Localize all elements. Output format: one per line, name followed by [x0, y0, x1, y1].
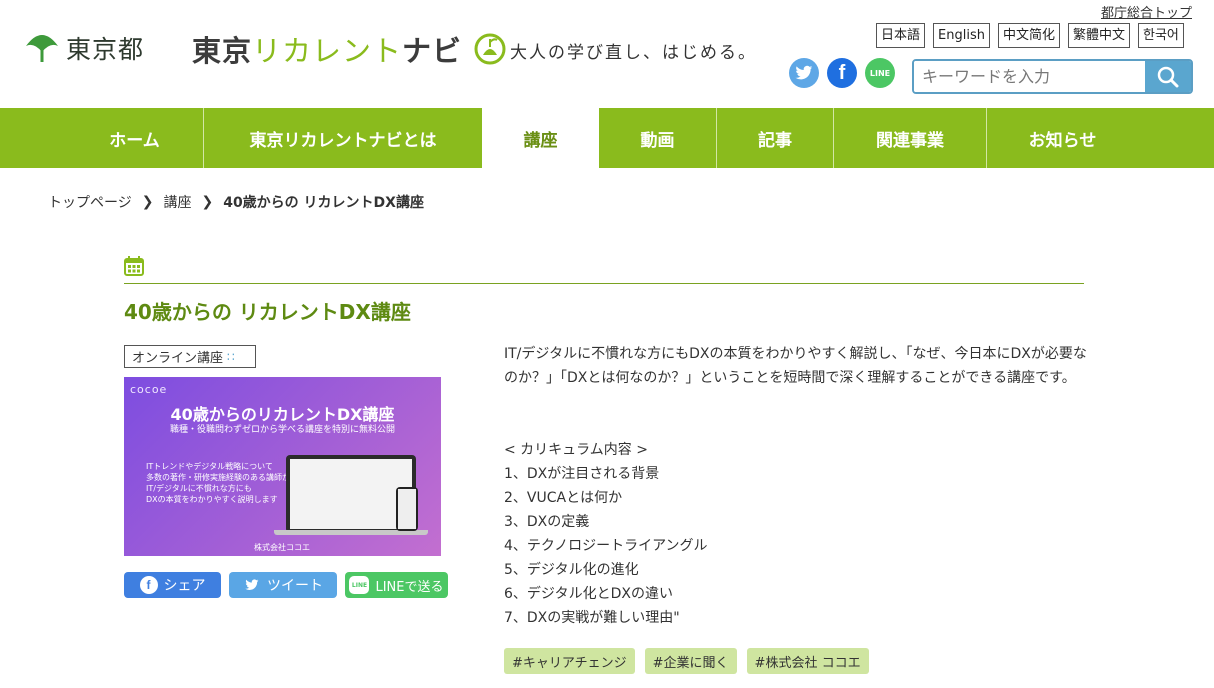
curriculum-item: 6、デジタル化とDXの違い	[504, 586, 673, 602]
chevron-right-icon: ❯	[141, 194, 154, 210]
twitter-share-button[interactable]: ツイート	[229, 572, 337, 598]
title-divider	[124, 283, 1084, 284]
tokyo-metropolitan-logo[interactable]: 東京都	[24, 30, 144, 66]
line-icon[interactable]: LINE	[865, 58, 895, 88]
phone-illustration	[396, 487, 418, 531]
lang-korean[interactable]: 한국어	[1138, 23, 1184, 48]
lang-english[interactable]: English	[933, 23, 990, 48]
lang-traditional-chinese[interactable]: 繁體中文	[1067, 23, 1130, 48]
thumbnail-brand: cocoe	[130, 383, 168, 396]
line-icon: LINE	[349, 576, 370, 594]
page-title: 40歳からの リカレントDX講座	[124, 300, 411, 324]
thumbnail-body: ITトレンドやデジタル戦略について 多数の著作・研修実施経験のある講師が IT/…	[146, 462, 290, 504]
main-nav: ホーム 東京リカレントナビとは 講座 動画 記事 関連事業 お知らせ	[0, 108, 1214, 168]
curriculum-heading: < カリキュラム内容 >	[504, 442, 648, 458]
breadcrumb-current: 40歳からの リカレントDX講座	[223, 195, 424, 211]
lang-simplified-chinese[interactable]: 中文简化	[997, 23, 1060, 48]
site-name: 東京リカレントナビ	[192, 34, 463, 68]
search-icon	[1157, 66, 1179, 87]
facebook-icon[interactable]: f	[827, 58, 857, 88]
tag-career-change[interactable]: #キャリアチェンジ	[504, 648, 635, 674]
category-badge[interactable]: オンライン講座 ∷	[124, 345, 256, 368]
sprout-emblem-icon	[474, 33, 506, 65]
nav-videos[interactable]: 動画	[599, 108, 716, 168]
share-buttons: f シェア ツイート LINE LINEで送る	[124, 572, 448, 598]
curriculum-item: 3、DXの定義	[504, 514, 590, 530]
curriculum-item: 4、テクノロジートライアングル	[504, 538, 708, 554]
thumbnail-company: 株式会社ココエ	[254, 543, 310, 552]
nav-home[interactable]: ホーム	[66, 108, 203, 168]
nav-related-projects[interactable]: 関連事業	[833, 108, 986, 168]
course-thumbnail: cocoe 40歳からのリカレントDX講座 職種・役職問わずゼロから学べる講座を…	[124, 377, 441, 556]
lang-japanese[interactable]: 日本語	[876, 23, 926, 48]
metropolitan-top-link[interactable]: 都庁総合トップ	[1101, 2, 1192, 21]
calendar-icon	[124, 256, 144, 276]
thumbnail-subtitle: 職種・役職問わずゼロから学べる講座を特別に無料公開	[169, 425, 395, 435]
course-description: IT/デジタルに不慣れな方にもDXの本質をわかりやすく解説し、「なぜ、今日本にD…	[504, 346, 1087, 386]
twitter-share-label: ツイート	[267, 578, 323, 594]
facebook-share-button[interactable]: f シェア	[124, 572, 221, 598]
facebook-share-label: シェア	[163, 578, 206, 594]
curriculum-item: 1、DXが注目される背景	[504, 466, 660, 482]
breadcrumb: トップページ ❯ 講座 ❯ 40歳からの リカレントDX講座	[48, 192, 424, 212]
tagline: 大人の学び直し、はじめる。	[510, 43, 757, 63]
tag-list: #キャリアチェンジ #企業に聞く #株式会社 ココエ	[504, 648, 869, 674]
search-input[interactable]	[914, 61, 1145, 92]
search-box	[912, 59, 1193, 94]
nav-about[interactable]: 東京リカレントナビとは	[203, 108, 482, 168]
tag-company-interview[interactable]: #企業に聞く	[644, 648, 737, 674]
chevron-right-icon: ❯	[201, 194, 214, 210]
curriculum-item: 5、デジタル化の進化	[504, 562, 639, 578]
nav-news[interactable]: お知らせ	[986, 108, 1138, 168]
nav-articles[interactable]: 記事	[716, 108, 833, 168]
language-selector: 日本語 English 中文简化 繁體中文 한국어	[876, 23, 1184, 48]
site-header: 東京都 東京リカレントナビ 大人の学び直し、はじめる。 都庁総合トップ 日本語 …	[0, 0, 1214, 108]
tag-cocoe[interactable]: #株式会社 ココエ	[746, 648, 869, 674]
twitter-icon[interactable]	[789, 58, 819, 88]
site-logo[interactable]: 東京リカレントナビ	[192, 28, 506, 70]
line-share-label: LINEで送る	[375, 579, 444, 595]
ginkgo-leaf-icon	[26, 35, 58, 62]
search-button[interactable]	[1145, 61, 1191, 92]
curriculum-item: 7、DXの実戦が難しい理由"	[504, 610, 680, 626]
line-share-button[interactable]: LINE LINEで送る	[345, 572, 448, 598]
nav-courses[interactable]: 講座	[482, 108, 599, 168]
breadcrumb-top[interactable]: トップページ	[48, 192, 132, 212]
rss-icon: ∷	[227, 349, 235, 364]
breadcrumb-courses[interactable]: 講座	[163, 192, 191, 212]
curriculum-item: 2、VUCAとは何か	[504, 490, 623, 506]
twitter-icon	[243, 576, 261, 594]
social-links: f LINE	[789, 58, 895, 88]
category-label: オンライン講座	[132, 351, 224, 366]
curriculum: < カリキュラム内容 > 1、DXが注目される背景 2、VUCAとは何か 3、D…	[504, 438, 708, 630]
tokyo-name: 東京都	[66, 35, 145, 64]
facebook-icon: f	[139, 576, 158, 594]
